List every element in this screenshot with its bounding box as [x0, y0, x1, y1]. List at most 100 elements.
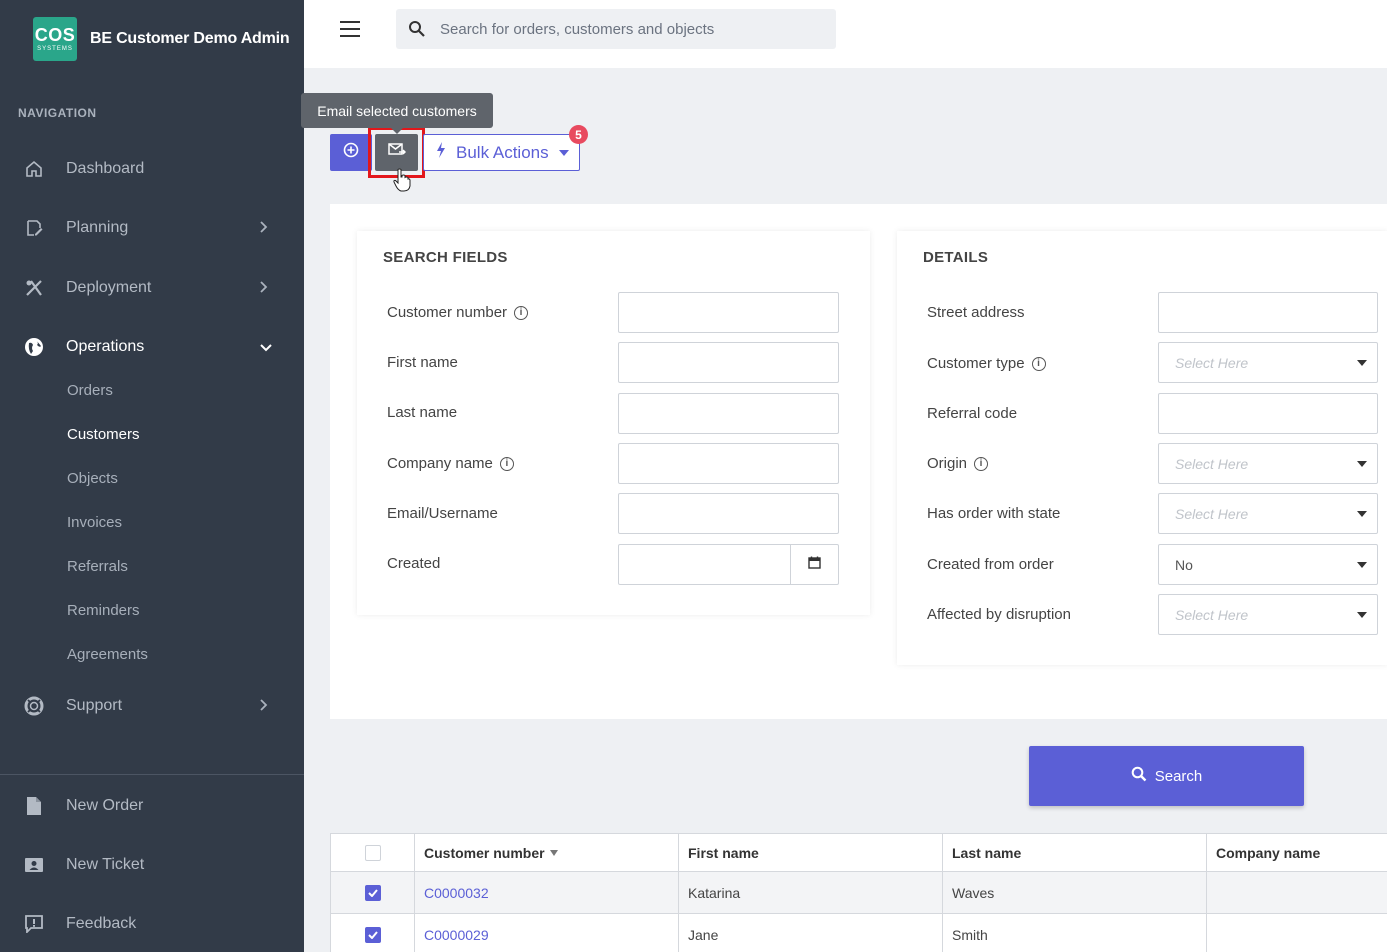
affected-by-disruption-placeholder: Select Here	[1175, 606, 1249, 623]
check-icon	[367, 888, 378, 897]
caret-down-icon	[1357, 511, 1367, 517]
sidebar-item-new-ticket[interactable]: New Ticket	[0, 845, 304, 885]
sidebar-item-feedback[interactable]: Feedback	[0, 904, 304, 944]
calendar-icon	[808, 556, 821, 574]
company-name-cell	[1206, 872, 1387, 913]
brand[interactable]: COS SYSTEMS BE Customer Demo Admin	[33, 17, 290, 61]
caret-down-icon	[558, 149, 569, 156]
last-name-cell: Smith	[942, 914, 1206, 952]
last-name-cell: Waves	[942, 872, 1206, 913]
has-order-with-state-placeholder: Select Here	[1175, 505, 1249, 522]
first-name-cell: Katarina	[678, 872, 942, 913]
hamburger-menu-icon[interactable]	[340, 21, 360, 37]
calendar-button[interactable]	[790, 545, 838, 584]
sidebar-subitem-objects[interactable]: Objects	[67, 470, 118, 487]
column-header-label: Customer number	[424, 844, 545, 861]
email-tooltip: Email selected customers	[301, 93, 493, 134]
select-all-checkbox[interactable]	[364, 844, 381, 861]
sidebar-divider	[0, 774, 304, 775]
column-header-first-name[interactable]: First name	[678, 834, 942, 871]
search-fields-title: SEARCH FIELDS	[383, 249, 508, 266]
feedback-icon	[24, 914, 44, 934]
caret-down-icon	[1357, 562, 1367, 568]
table-row[interactable]: C0000029 Jane Smith	[330, 914, 1387, 952]
sidebar-item-label: Dashboard	[66, 160, 145, 177]
chevron-down-icon	[260, 339, 272, 355]
row-select-cell	[330, 872, 414, 913]
sidebar-item-label: Planning	[66, 219, 129, 236]
table-row[interactable]: C0000032 Katarina Waves	[330, 872, 1387, 914]
customer-number-link[interactable]: C0000032	[424, 885, 489, 901]
info-icon[interactable]: i	[514, 305, 529, 320]
company-name-input[interactable]	[618, 443, 839, 484]
nav-heading: NAVIGATION	[18, 106, 97, 120]
chevron-right-icon	[260, 698, 268, 714]
first-name-label: First name	[387, 354, 458, 371]
bolt-icon	[436, 142, 446, 163]
customer-number-input[interactable]	[618, 292, 839, 333]
cos-logo: COS SYSTEMS	[33, 17, 77, 61]
global-search[interactable]	[396, 9, 836, 49]
sidebar-item-label: Deployment	[66, 279, 152, 296]
info-icon[interactable]: i	[974, 456, 989, 471]
column-header-company-name[interactable]: Company name	[1206, 834, 1387, 871]
first-name-cell: Jane	[678, 914, 942, 952]
street-address-label: Street address	[927, 304, 1025, 321]
created-from-order-select[interactable]: No	[1158, 544, 1378, 585]
sidebar-item-deployment[interactable]: Deployment	[0, 268, 304, 308]
logo-text: COS	[34, 25, 76, 45]
bulk-actions-button[interactable]: Bulk Actions	[423, 134, 580, 171]
topbar	[304, 0, 1387, 68]
email-input[interactable]	[618, 493, 839, 534]
tools-icon	[24, 278, 44, 298]
customer-number-link[interactable]: C0000029	[424, 927, 489, 943]
customer-number-label-text: Customer number	[387, 304, 508, 321]
customer-type-placeholder: Select Here	[1175, 354, 1249, 371]
sidebar-item-label: Feedback	[66, 915, 137, 932]
referral-code-input[interactable]	[1158, 393, 1378, 434]
sidebar-item-new-order[interactable]: New Order	[0, 786, 304, 826]
sidebar-item-operations[interactable]: Operations	[0, 327, 304, 367]
planning-icon	[24, 218, 44, 238]
details-title: DETAILS	[923, 249, 989, 266]
caret-down-icon	[1357, 461, 1367, 467]
sidebar-item-label: New Order	[66, 797, 144, 814]
column-header-customer-number[interactable]: Customer number	[414, 834, 678, 871]
table-header-row: Customer number First name Last name Com…	[330, 834, 1387, 872]
row-checkbox[interactable]	[364, 884, 381, 901]
has-order-with-state-select[interactable]: Select Here	[1158, 493, 1378, 534]
caret-down-icon	[1357, 360, 1367, 366]
created-date-input[interactable]	[618, 544, 839, 585]
customer-type-select[interactable]: Select Here	[1158, 342, 1378, 383]
affected-by-disruption-select[interactable]: Select Here	[1158, 594, 1378, 635]
sidebar-subitem-referrals[interactable]: Referrals	[67, 558, 128, 575]
sidebar-subitem-invoices[interactable]: Invoices	[67, 514, 122, 531]
first-name-input[interactable]	[618, 342, 839, 383]
origin-select[interactable]: Select Here	[1158, 443, 1378, 484]
last-name-input[interactable]	[618, 393, 839, 434]
sidebar-subitem-orders[interactable]: Orders	[67, 382, 113, 399]
search-icon	[408, 20, 426, 43]
add-customer-button[interactable]	[330, 134, 372, 171]
info-icon[interactable]: i	[499, 456, 514, 471]
logo-subtext: SYSTEMS	[37, 46, 73, 52]
global-search-input[interactable]	[440, 9, 820, 49]
info-icon[interactable]: i	[1031, 356, 1046, 371]
origin-placeholder: Select Here	[1175, 455, 1249, 472]
chevron-right-icon	[260, 280, 268, 296]
sidebar-item-label: New Ticket	[66, 856, 145, 873]
sidebar-subitem-customers[interactable]: Customers	[67, 426, 140, 443]
sidebar-subitem-agreements[interactable]: Agreements	[67, 646, 148, 663]
company-name-cell	[1206, 914, 1387, 952]
caret-down-icon	[1357, 612, 1367, 618]
created-label: Created	[387, 555, 441, 572]
sidebar-item-support[interactable]: Support	[0, 686, 304, 726]
origin-label-text: Origin	[927, 455, 968, 472]
sidebar-item-dashboard[interactable]: Dashboard	[0, 149, 304, 189]
column-header-last-name[interactable]: Last name	[942, 834, 1206, 871]
row-checkbox[interactable]	[364, 926, 381, 943]
search-button[interactable]: Search	[1029, 746, 1304, 806]
sidebar-subitem-reminders[interactable]: Reminders	[67, 602, 140, 619]
sidebar-item-planning[interactable]: Planning	[0, 208, 304, 248]
street-address-input[interactable]	[1158, 292, 1378, 333]
